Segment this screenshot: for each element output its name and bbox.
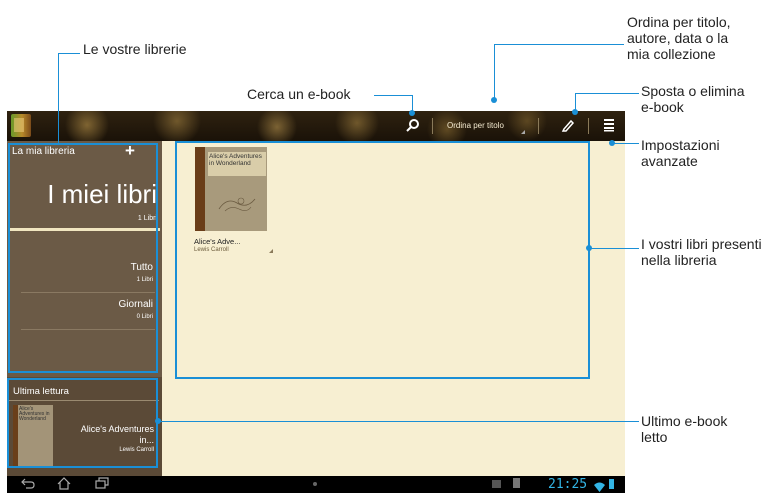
wifi-icon [594,479,605,493]
callout-move-delete: Sposta o elimina e-book [641,83,745,115]
callout-move-line2: e-book [641,99,684,115]
leader-dot [609,140,615,146]
action-bar: Ordina per titolo [7,111,625,141]
page-indicator [313,482,317,486]
leader-line [589,248,639,249]
status-clock: 21:25 [548,477,588,492]
leader-line [158,421,639,422]
leader-line [494,44,495,100]
battery-icon [609,479,614,489]
callout-your-books: I vostri libri presenti nella libreria [641,236,762,268]
callout-advanced: Impostazioni avanzate [641,137,720,169]
leader-line [58,53,80,54]
leader-line [575,93,639,94]
separator [538,118,539,134]
separator [432,118,433,134]
pencil-icon[interactable] [560,118,576,134]
callout-libraries: Le vostre librerie [83,41,187,57]
callout-sort-line1: Ordina per titolo, [627,14,731,30]
system-navigation-bar: 21:25 [7,476,625,493]
leader-dot [586,245,592,251]
callout-advanced-line1: Impostazioni [641,137,720,153]
recent-apps-icon[interactable] [95,477,109,492]
home-icon[interactable] [57,477,71,493]
separator [588,118,589,134]
highlight-books-area [175,141,590,379]
app-logo-icon[interactable] [11,114,31,137]
highlight-last-read [7,378,158,468]
leader-dot [409,110,415,116]
callout-books-line1: I vostri libri presenti [641,236,762,252]
callout-advanced-line2: avanzate [641,153,698,169]
callout-search: Cerca un e-book [247,86,351,102]
callout-move-line1: Sposta o elimina [641,83,745,99]
leader-line [612,143,639,144]
leader-dot [491,97,497,103]
callout-sort: Ordina per titolo, autore, data o la mia… [627,14,731,62]
file-status-icon [513,478,520,488]
leader-line [58,53,59,143]
leader-dot [155,418,161,424]
leader-dot [572,109,578,115]
menu-icon[interactable] [602,118,616,134]
leader-line [374,95,412,96]
callout-last-line2: letto [641,429,668,445]
callout-sort-line2: autore, data o la [627,30,729,46]
search-icon[interactable] [405,118,421,134]
image-status-icon [492,480,501,488]
callout-last-read: Ultimo e-book letto [641,413,727,445]
callout-books-line2: nella libreria [641,252,717,268]
back-icon[interactable] [21,477,35,492]
highlight-libraries [8,143,158,373]
callout-sort-line3: mia collezione [627,46,716,62]
leader-line [494,44,624,45]
dropdown-corner-icon [521,130,525,134]
sort-dropdown[interactable]: Ordina per titolo [447,121,504,130]
callout-last-line1: Ultimo e-book [641,413,728,429]
